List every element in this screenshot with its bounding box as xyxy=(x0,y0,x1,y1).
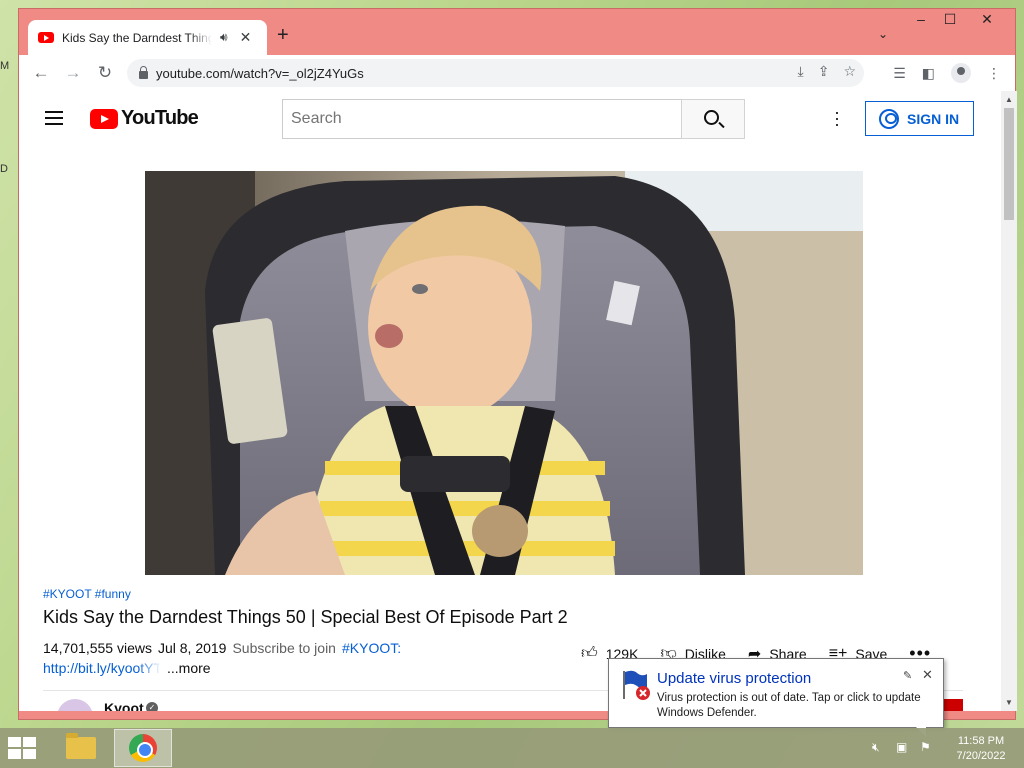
search-icon xyxy=(704,110,719,125)
maximize-button[interactable]: ☐ xyxy=(933,11,967,33)
volume-muted-icon[interactable]: 🔇︎ xyxy=(872,740,886,754)
notification-body: Virus protection is out of date. Tap or … xyxy=(657,692,921,719)
page-viewport: YouTube ··· SIGN IN xyxy=(19,91,1017,711)
tab-strip: Kids Say the Darndest Things 50 | Specia… xyxy=(19,9,1015,55)
video-meta: 14,701,555 views Jul 8, 2019 Subscribe t… xyxy=(43,640,401,656)
lock-icon[interactable] xyxy=(139,66,148,79)
clock-time: 11:58 PM xyxy=(957,735,1005,747)
new-tab-button[interactable]: + xyxy=(277,24,289,47)
notification-title: Update virus protection xyxy=(657,670,812,687)
youtube-favicon xyxy=(38,32,54,43)
reading-list-icon[interactable]: ☰ xyxy=(893,65,906,82)
scroll-thumb[interactable] xyxy=(1004,108,1014,220)
star-icon[interactable]: ☆ xyxy=(843,63,856,80)
tab-title: Kids Say the Darndest Things 50 | Specia… xyxy=(62,30,212,45)
file-explorer-button[interactable] xyxy=(52,729,110,767)
close-icon[interactable]: ✕ xyxy=(922,667,933,683)
chrome-icon xyxy=(129,734,157,762)
youtube-logo[interactable]: YouTube xyxy=(90,107,199,130)
description-hashtag[interactable]: #KYOOT: xyxy=(342,640,401,656)
windows-start-icon[interactable] xyxy=(8,737,38,759)
system-clock[interactable]: 11:58 PM 7/20/2022 xyxy=(950,734,1012,764)
desktop-edge: D xyxy=(0,163,8,175)
file-explorer-icon xyxy=(66,733,96,759)
close-icon[interactable]: ✕ xyxy=(240,29,252,46)
video-title: Kids Say the Darndest Things 50 | Specia… xyxy=(43,607,568,627)
clock-date: 7/20/2022 xyxy=(956,750,1006,762)
desktop-edge: M xyxy=(0,60,10,72)
chrome-menu-icon[interactable]: ⋮ xyxy=(987,65,1001,82)
search-input[interactable] xyxy=(282,99,682,139)
action-center-icon[interactable]: ⚑ xyxy=(920,740,934,754)
thumbs-up-icon: 👍︎ xyxy=(581,645,598,662)
chrome-taskbar-button[interactable] xyxy=(114,729,172,767)
sign-in-label: SIGN IN xyxy=(907,110,960,127)
youtube-wordmark: YouTube xyxy=(121,107,199,129)
share-page-icon[interactable]: ⇪ xyxy=(818,63,830,80)
address-bar[interactable]: youtube.com/watch?v=_ol2jZ4YuGs ⤓ ⇪ ☆ xyxy=(127,59,864,87)
verified-icon: ✓ xyxy=(146,702,158,711)
account-circle-icon xyxy=(879,108,899,129)
hamburger-icon[interactable] xyxy=(45,111,63,125)
notification-balloon[interactable]: Update virus protection Virus protection… xyxy=(608,658,944,737)
url-text[interactable]: youtube.com/watch?v=_ol2jZ4YuGs xyxy=(156,66,364,81)
omnibox-actions: ⤓ ⇪ ☆ xyxy=(798,63,857,80)
page-scrollbar[interactable]: ▲ ▼ xyxy=(1001,91,1017,711)
youtube-header: YouTube ··· SIGN IN xyxy=(19,91,1001,147)
video-meta-line2: http://bit.ly/kyootYT ...more xyxy=(43,660,211,676)
defender-alert-icon xyxy=(623,670,650,700)
close-window-button[interactable]: ✕ xyxy=(970,11,1004,33)
upload-date: Jul 8, 2019 xyxy=(157,640,227,656)
more-vert-icon[interactable]: · · · xyxy=(834,103,840,133)
scroll-up-icon[interactable]: ▲ xyxy=(1005,95,1013,104)
youtube-play-icon xyxy=(90,108,118,129)
channel-name[interactable]: Kyoot xyxy=(104,700,144,711)
description-link[interactable]: http://bit.ly/kyootYT xyxy=(43,660,161,676)
profile-icon[interactable] xyxy=(951,63,971,83)
video-hashtags[interactable]: #KYOOT #funny xyxy=(43,587,131,601)
more-button[interactable]: ...more xyxy=(167,660,211,676)
system-tray: 🔇︎ ▣ ⚑ xyxy=(872,740,934,754)
video-player[interactable] xyxy=(145,171,863,575)
install-icon[interactable]: ⤓ xyxy=(798,63,804,80)
forward-arrow-icon[interactable]: → xyxy=(57,63,89,83)
avatar[interactable] xyxy=(57,699,93,711)
description-prefix: Subscribe to join xyxy=(232,640,336,656)
browser-tab[interactable]: Kids Say the Darndest Things 50 | Specia… xyxy=(28,20,267,55)
browser-toolbar: ← → ↻ youtube.com/watch?v=_ol2jZ4YuGs ⤓ … xyxy=(19,55,1015,91)
taskbar: 🔇︎ ▣ ⚑ 11:58 PM 7/20/2022 xyxy=(0,728,1024,768)
scroll-down-icon[interactable]: ▼ xyxy=(1005,698,1013,707)
speaker-icon[interactable]: 🔊︎ xyxy=(220,30,228,45)
side-panel-icon[interactable]: ◧ xyxy=(922,65,935,82)
search-button[interactable] xyxy=(681,99,745,139)
pin-icon[interactable]: ✎ xyxy=(903,669,912,682)
reload-icon[interactable]: ↻ xyxy=(89,63,121,83)
toolbar-right: ☰ ◧ ⋮ xyxy=(893,63,1001,83)
tab-search-chevron-icon[interactable]: ⌄ xyxy=(878,27,888,41)
back-arrow-icon[interactable]: ← xyxy=(25,63,57,83)
sign-in-button[interactable]: SIGN IN xyxy=(865,101,974,136)
video-frame xyxy=(145,171,863,575)
browser-window: Kids Say the Darndest Things 50 | Specia… xyxy=(18,8,1017,720)
view-count: 14,701,555 views xyxy=(43,640,152,656)
network-icon[interactable]: ▣ xyxy=(896,740,910,754)
